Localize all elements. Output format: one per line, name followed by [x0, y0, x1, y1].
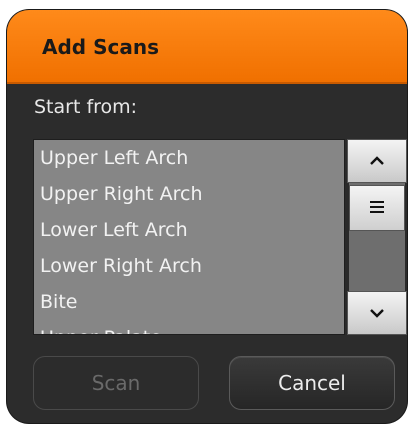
list-scrollbar[interactable]	[347, 139, 407, 335]
list-item-bite[interactable]: Bite	[34, 284, 344, 320]
cancel-button[interactable]: Cancel	[229, 356, 395, 410]
scroll-down-button[interactable]	[347, 291, 407, 335]
scroll-track[interactable]	[349, 183, 405, 291]
scan-start-listbox: Upper Left Arch Upper Right Arch Lower L…	[33, 139, 407, 335]
grip-lines-icon	[369, 199, 385, 218]
start-from-label: Start from:	[34, 96, 138, 118]
list-item-upper-right-arch[interactable]: Upper Right Arch	[34, 176, 344, 212]
scan-start-list[interactable]: Upper Left Arch Upper Right Arch Lower L…	[33, 139, 345, 335]
title-bar: Add Scans	[7, 10, 407, 84]
list-item-upper-left-arch[interactable]: Upper Left Arch	[34, 140, 344, 176]
chevron-down-icon	[369, 308, 385, 318]
list-item-lower-left-arch[interactable]: Lower Left Arch	[34, 212, 344, 248]
scan-button[interactable]: Scan	[33, 356, 199, 410]
list-item-lower-right-arch[interactable]: Lower Right Arch	[34, 248, 344, 284]
scroll-up-button[interactable]	[347, 139, 407, 183]
add-scans-dialog: Add Scans Start from: Upper Left Arch Up…	[7, 10, 407, 423]
dialog-title: Add Scans	[42, 35, 159, 59]
scroll-thumb[interactable]	[349, 185, 405, 231]
list-item-upper-palate[interactable]: Upper Palate	[34, 320, 344, 334]
chevron-up-icon	[369, 156, 385, 166]
